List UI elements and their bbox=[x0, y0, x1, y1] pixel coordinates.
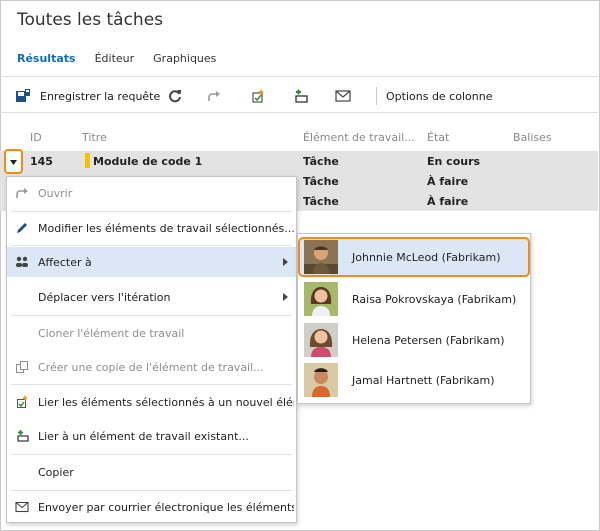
avatar bbox=[304, 282, 338, 316]
menu-item-send-email[interactable]: Envoyer par courrier électronique les él… bbox=[7, 492, 296, 522]
email-icon bbox=[335, 90, 351, 102]
person-name: Jamal Hartnett (Fabrikam) bbox=[352, 374, 495, 387]
menu-separator bbox=[11, 384, 292, 385]
context-menu: Ouvrir Modifier les éléments de travail … bbox=[6, 176, 297, 523]
menu-item-open[interactable]: Ouvrir bbox=[7, 178, 296, 208]
tab-charts[interactable]: Graphiques bbox=[153, 52, 216, 65]
row-id: 145 bbox=[30, 155, 53, 168]
refresh-icon bbox=[169, 90, 181, 103]
save-query-button[interactable]: Enregistrer la requête bbox=[15, 87, 160, 105]
assign-icon bbox=[16, 256, 28, 267]
new-work-item-link-icon bbox=[252, 89, 264, 103]
email-button[interactable] bbox=[335, 87, 351, 105]
menu-item-create-copy[interactable]: Créer une copie de l'élément de travail.… bbox=[7, 352, 296, 382]
task-color-bar bbox=[85, 153, 90, 168]
menu-item-link-new[interactable]: Lier les éléments sélectionnés à un nouv… bbox=[7, 387, 296, 417]
menu-item-link-existing[interactable]: Lier à un élément de travail existant... bbox=[7, 421, 296, 451]
chevron-right-icon bbox=[283, 293, 288, 301]
refresh-button[interactable] bbox=[168, 87, 182, 105]
menu-item-label: Déplacer vers l'itération bbox=[38, 290, 171, 304]
menu-item-clone[interactable]: Cloner l'élément de travail bbox=[7, 318, 296, 348]
menu-item-label: Copier bbox=[38, 465, 74, 479]
person-name: Johnnie McLeod (Fabrikam) bbox=[352, 251, 501, 264]
column-header-type[interactable]: Élément de travail... bbox=[303, 131, 415, 144]
row-title: Module de code 1 bbox=[93, 155, 203, 168]
column-header-title[interactable]: Titre bbox=[82, 131, 107, 144]
new-link-icon bbox=[17, 395, 28, 408]
open-icon bbox=[16, 188, 28, 198]
tab-results[interactable]: Résultats bbox=[17, 52, 76, 65]
save-icon bbox=[16, 89, 30, 102]
chevron-down-icon bbox=[10, 160, 17, 165]
menu-item-copy[interactable]: Copier bbox=[7, 457, 296, 487]
copy-icon bbox=[16, 361, 28, 373]
menu-separator bbox=[11, 245, 292, 246]
menu-separator bbox=[11, 315, 292, 316]
column-header-id[interactable]: ID bbox=[30, 131, 42, 144]
link-existing-icon bbox=[17, 430, 29, 442]
assign-to-submenu: Johnnie McLeod (Fabrikam) Raisa Pokrovsk… bbox=[297, 233, 531, 404]
menu-item-label: Affecter à bbox=[38, 255, 92, 269]
tab-bar: Résultats Éditeur Graphiques bbox=[17, 52, 216, 65]
redo-button[interactable] bbox=[207, 87, 221, 105]
save-query-label: Enregistrer la requête bbox=[40, 89, 161, 103]
menu-item-label: Envoyer par courrier électronique les él… bbox=[38, 500, 294, 514]
new-linked-item-button[interactable] bbox=[250, 87, 266, 105]
email-icon bbox=[15, 501, 29, 513]
menu-item-edit-selected[interactable]: Modifier les éléments de travail sélecti… bbox=[7, 213, 296, 243]
menu-item-label: Lier à un élément de travail existant... bbox=[38, 429, 249, 443]
page-title: Toutes les tâches bbox=[17, 10, 164, 30]
menu-item-move-to-iteration[interactable]: Déplacer vers l'itération bbox=[7, 282, 296, 312]
menu-item-assign-to[interactable]: Affecter à bbox=[7, 247, 296, 277]
menu-item-label: Ouvrir bbox=[38, 186, 73, 200]
column-header-tags[interactable]: Balises bbox=[513, 131, 552, 144]
person-jamal-hartnett[interactable]: Jamal Hartnett (Fabrikam) bbox=[298, 360, 530, 400]
row-state: En cours bbox=[427, 155, 481, 168]
menu-item-label: Créer une copie de l'élément de travail.… bbox=[38, 360, 264, 374]
avatar bbox=[304, 363, 338, 397]
link-existing-button[interactable] bbox=[292, 87, 308, 105]
column-header-state[interactable]: État bbox=[427, 131, 449, 144]
person-name: Helena Petersen (Fabrikam) bbox=[352, 334, 505, 347]
person-raisa-pokrovskaya[interactable]: Raisa Pokrovskaya (Fabrikam) bbox=[298, 279, 530, 319]
person-name: Raisa Pokrovskaya (Fabrikam) bbox=[352, 293, 517, 306]
link-existing-icon bbox=[295, 89, 308, 103]
column-options-button[interactable]: Options de colonne bbox=[377, 87, 492, 105]
chevron-right-icon bbox=[283, 258, 288, 266]
person-johnnie-mcleod[interactable]: Johnnie McLeod (Fabrikam) bbox=[298, 237, 530, 277]
column-options-label: Options de colonne bbox=[386, 89, 493, 103]
redo-icon bbox=[208, 91, 220, 101]
row-context-menu-button[interactable] bbox=[4, 149, 23, 174]
pencil-icon bbox=[17, 223, 27, 233]
toolbar: Enregistrer la requête Options de colonn… bbox=[0, 76, 598, 113]
row-state: À faire bbox=[427, 175, 469, 188]
row-type: Tâche bbox=[303, 175, 339, 188]
row-type: Tâche bbox=[303, 195, 339, 208]
menu-item-label: Cloner l'élément de travail bbox=[38, 326, 185, 340]
menu-item-label: Lier les éléments sélectionnés à un nouv… bbox=[38, 395, 294, 409]
person-helena-petersen[interactable]: Helena Petersen (Fabrikam) bbox=[298, 320, 530, 360]
avatar bbox=[304, 323, 338, 357]
menu-separator bbox=[11, 490, 292, 491]
menu-separator bbox=[11, 211, 292, 212]
tab-editor[interactable]: Éditeur bbox=[95, 52, 135, 65]
avatar bbox=[304, 240, 338, 274]
row-state: À faire bbox=[427, 195, 469, 208]
menu-item-label: Modifier les éléments de travail sélecti… bbox=[38, 221, 294, 235]
row-type: Tâche bbox=[303, 155, 339, 168]
menu-separator bbox=[11, 454, 292, 455]
